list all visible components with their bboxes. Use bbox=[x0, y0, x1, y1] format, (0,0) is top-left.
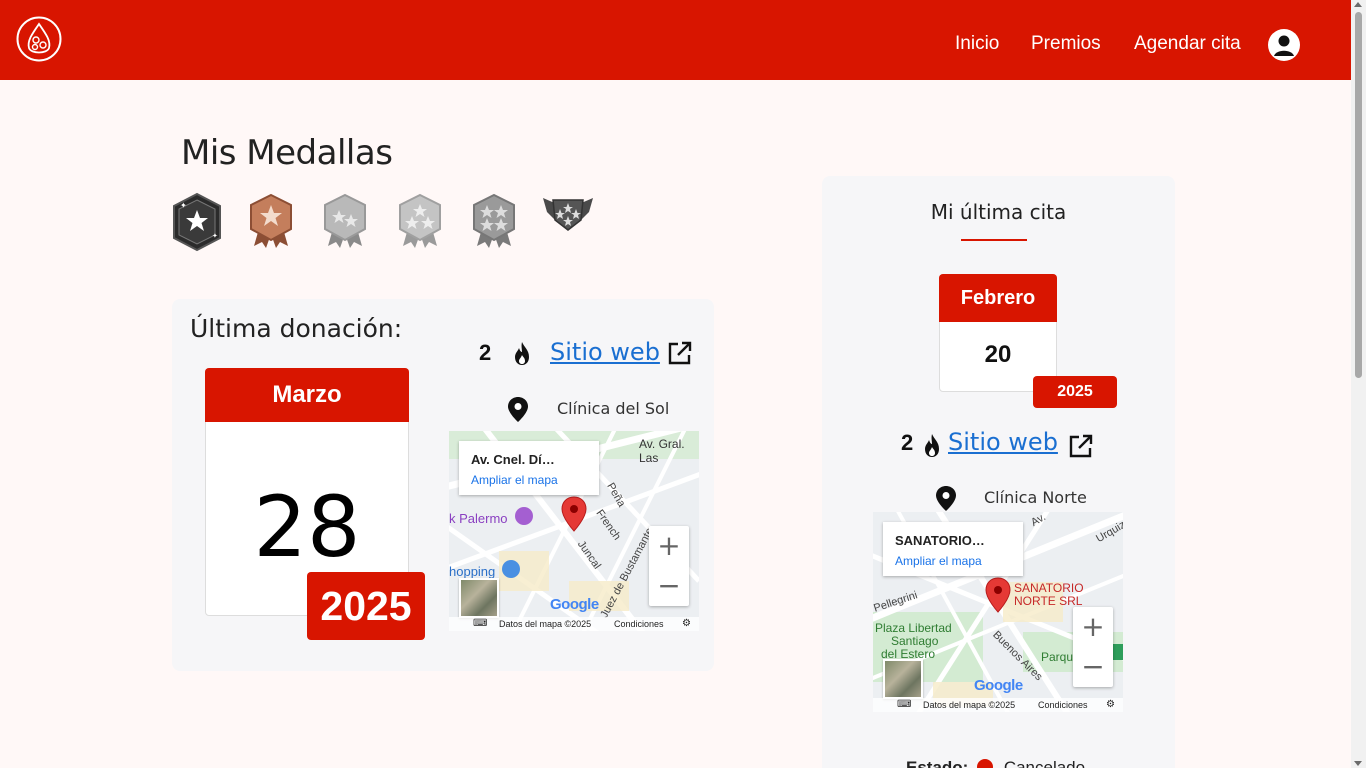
donation-day: 28 bbox=[253, 478, 361, 576]
appointment-month: Febrero bbox=[939, 274, 1057, 322]
location-pin-icon bbox=[508, 397, 528, 422]
status-label: Estado: bbox=[906, 758, 969, 768]
appointment-map[interactable]: SANATORIO NORTE SRL Plaza Libertad Santi… bbox=[873, 512, 1123, 712]
donation-month: Marzo bbox=[205, 368, 409, 422]
appointment-status: Estado: Cancelado bbox=[906, 758, 1085, 768]
donation-place-name: Clínica del Sol bbox=[557, 399, 670, 418]
map-terms-link[interactable]: Condiciones bbox=[614, 619, 664, 629]
zoom-out-button[interactable]: − bbox=[649, 566, 689, 606]
map-place-label: SANATORIO NORTE SRL bbox=[1014, 582, 1084, 608]
keyboard-icon[interactable]: ⌨ bbox=[473, 618, 487, 629]
appointment-day: 20 bbox=[984, 341, 1012, 368]
status-dot-icon bbox=[977, 759, 994, 768]
svg-text:✦: ✦ bbox=[212, 232, 218, 240]
map-data-credit: Datos del mapa ©2025 bbox=[923, 700, 1016, 710]
satellite-view-toggle[interactable] bbox=[883, 659, 923, 699]
status-value: Cancelado bbox=[1003, 758, 1086, 768]
map-park-label: Plaza Libertad Santiago del Estero bbox=[875, 622, 952, 661]
external-link-icon[interactable] bbox=[667, 340, 693, 366]
keyboard-icon[interactable]: ⌨ bbox=[897, 699, 911, 710]
google-logo: Google bbox=[550, 596, 599, 613]
nav-agendar-cita-link[interactable]: Agendar cita bbox=[1134, 33, 1241, 55]
nav-inicio-link[interactable]: Inicio bbox=[955, 33, 999, 55]
map-zoom-controls: + − bbox=[1073, 607, 1113, 687]
top-navbar: Inicio Premios Agendar cita bbox=[0, 0, 1351, 80]
external-link-icon[interactable] bbox=[1068, 433, 1094, 459]
title-underline bbox=[961, 239, 1027, 241]
map-terms-link[interactable]: Condiciones bbox=[1038, 700, 1088, 710]
appointment-place-name: Clínica Norte bbox=[984, 488, 1087, 507]
appointment-website-link[interactable]: Sitio web bbox=[948, 428, 1058, 456]
bronze-star-medal-icon bbox=[250, 193, 292, 248]
flame-icon bbox=[925, 434, 939, 457]
donation-count: 2 bbox=[479, 340, 492, 365]
scroll-down-arrow-icon[interactable] bbox=[1354, 761, 1362, 766]
scrollbar-thumb[interactable] bbox=[1355, 12, 1362, 378]
map-poi-label: hopping bbox=[449, 564, 496, 579]
donation-year: 2025 bbox=[307, 572, 425, 640]
satellite-view-toggle[interactable] bbox=[459, 578, 499, 618]
map-marker-icon[interactable] bbox=[561, 496, 587, 532]
last-donation-title: Última donación: bbox=[190, 314, 403, 343]
silver-four-star-medal-icon bbox=[473, 193, 515, 248]
scroll-up-arrow-icon[interactable] bbox=[1354, 2, 1362, 7]
map-report-icon[interactable]: ⚙ bbox=[682, 618, 691, 629]
map-footer: ⌨ Datos del mapa ©2025 Condiciones ⚙ bbox=[873, 698, 1123, 712]
logo-icon[interactable] bbox=[16, 16, 62, 62]
location-pin-icon bbox=[936, 486, 956, 511]
map-marker-icon[interactable] bbox=[985, 577, 1011, 613]
donation-website-link[interactable]: Sitio web bbox=[550, 338, 660, 366]
donation-map[interactable]: Av. Gral. Las Peña French Juncal Juez de… bbox=[449, 431, 699, 631]
flame-icon bbox=[515, 342, 529, 365]
map-footer: ⌨ Datos del mapa ©2025 Condiciones ⚙ bbox=[449, 617, 699, 631]
map-street-label: Av. Gral. Las bbox=[639, 437, 685, 465]
map-popup-title: SANATORIO… bbox=[895, 533, 985, 548]
page-title: Mis Medallas bbox=[181, 133, 393, 173]
zoom-in-button[interactable]: + bbox=[649, 526, 689, 566]
last-appointment-title: Mi última cita bbox=[930, 200, 1067, 224]
silver-three-star-medal-icon bbox=[399, 193, 441, 248]
user-avatar-icon[interactable] bbox=[1268, 29, 1300, 61]
appointment-count: 2 bbox=[901, 430, 914, 455]
zoom-in-button[interactable]: + bbox=[1073, 607, 1113, 647]
black-star-medal-icon: ✦ ✦ bbox=[173, 192, 221, 252]
google-logo: Google bbox=[974, 677, 1023, 694]
appointment-year: 2025 bbox=[1033, 376, 1117, 408]
svg-text:✦: ✦ bbox=[180, 201, 187, 210]
map-report-icon[interactable]: ⚙ bbox=[1106, 699, 1115, 710]
expand-map-link[interactable]: Ampliar el mapa bbox=[471, 473, 558, 487]
map-info-popup: Av. Cnel. Dí… Ampliar el mapa bbox=[459, 441, 599, 495]
expand-map-link[interactable]: Ampliar el mapa bbox=[895, 554, 982, 568]
map-info-popup: SANATORIO… Ampliar el mapa bbox=[883, 522, 1023, 576]
map-zoom-controls: + − bbox=[649, 526, 689, 606]
zoom-out-button[interactable]: − bbox=[1073, 647, 1113, 687]
map-popup-title: Av. Cnel. Dí… bbox=[471, 452, 555, 467]
winged-star-medal-icon bbox=[543, 198, 593, 231]
page-scrollbar[interactable] bbox=[1351, 0, 1366, 768]
nav-premios-link[interactable]: Premios bbox=[1031, 33, 1101, 55]
map-poi-label: k Palermo bbox=[449, 511, 508, 526]
map-data-credit: Datos del mapa ©2025 bbox=[499, 619, 592, 629]
silver-two-star-medal-icon bbox=[324, 193, 366, 248]
